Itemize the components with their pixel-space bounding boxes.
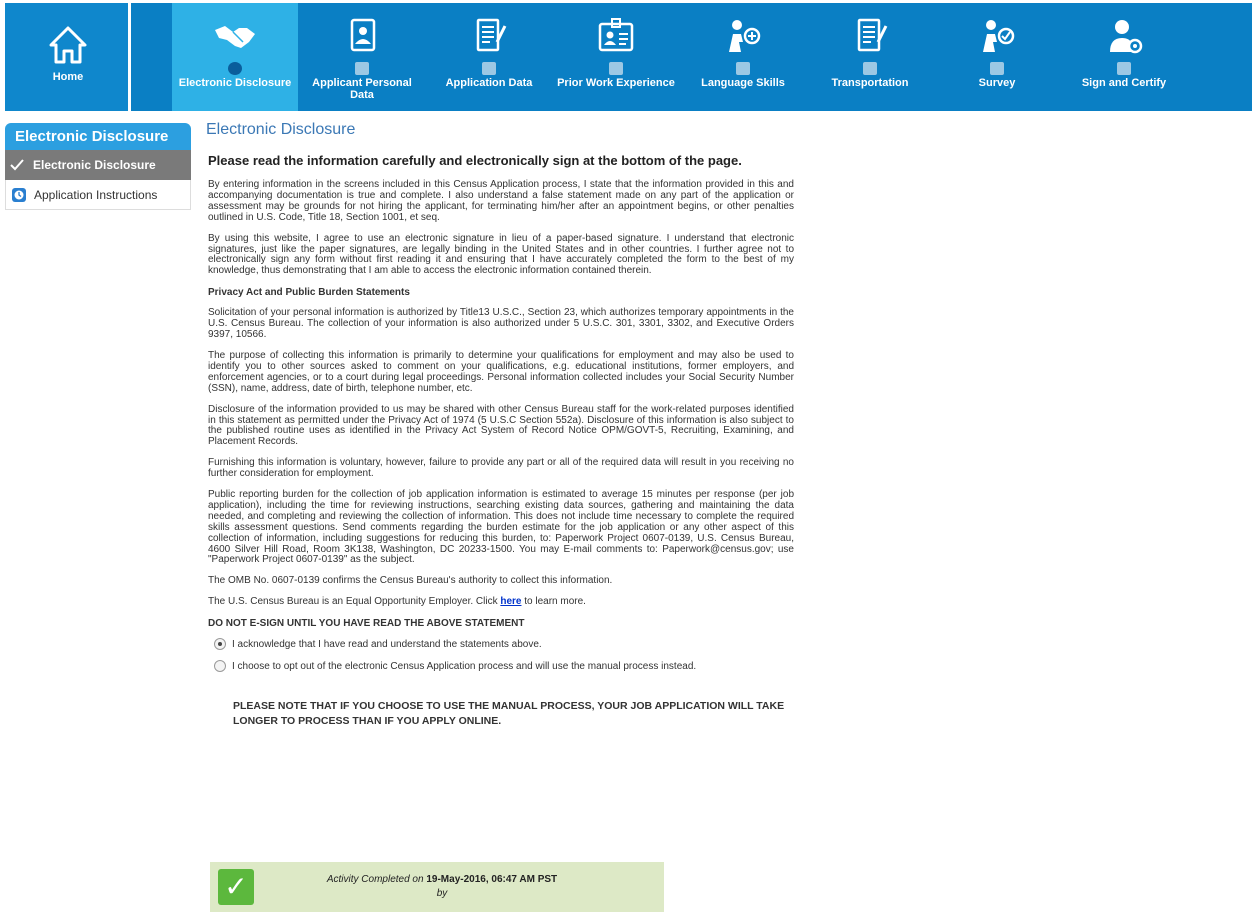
- tab-sign-and-certify[interactable]: Sign and Certify: [1061, 3, 1187, 111]
- completed-by: by: [436, 888, 448, 899]
- disclosure-paragraph: By using this website, I agree to use an…: [208, 232, 794, 277]
- lock-icon: [1117, 62, 1131, 75]
- nav-home[interactable]: Home: [5, 3, 131, 111]
- activity-completed-banner: ✓ Activity Completed on 19-May-2016, 06:…: [210, 862, 664, 912]
- tab-language-skills[interactable]: Language Skills: [680, 3, 806, 111]
- id-badge-icon: [598, 18, 634, 52]
- tab-label: Application Data: [445, 77, 533, 89]
- tab-transportation[interactable]: Transportation: [807, 3, 933, 111]
- eeo-paragraph: The U.S. Census Bureau is an Equal Oppor…: [206, 596, 794, 608]
- check-icon: ✓: [218, 869, 254, 905]
- edit-document-icon: [857, 18, 888, 52]
- lock-icon: [482, 62, 496, 75]
- tab-label: Prior Work Experience: [557, 77, 675, 89]
- privacy-heading: Privacy Act and Public Burden Statements: [208, 287, 410, 299]
- privacy-paragraph: Disclosure of the information provided t…: [208, 403, 794, 448]
- handshake-icon: [215, 26, 255, 48]
- tab-label: Electronic Disclosure: [178, 77, 292, 89]
- sidebar-item-label: Application Instructions: [34, 188, 158, 202]
- person-document-icon: [350, 18, 376, 52]
- tab-applicant-personal-data[interactable]: Applicant Personal Data: [299, 3, 425, 111]
- tab-label: Sign and Certify: [1081, 77, 1167, 89]
- lock-icon: [355, 62, 369, 75]
- eeo-text: The U.S. Census Bureau is an Equal Oppor…: [208, 596, 501, 608]
- privacy-paragraph: Furnishing this information is voluntary…: [208, 457, 794, 480]
- manual-process-note: PLEASE NOTE THAT IF YOU CHOOSE TO USE TH…: [233, 700, 785, 728]
- sidebar-title: Electronic Disclosure: [5, 123, 191, 150]
- tab-application-data[interactable]: Application Data: [426, 3, 552, 111]
- acknowledge-radio[interactable]: [214, 638, 226, 651]
- sidebar-item-application-instructions[interactable]: Application Instructions: [5, 180, 191, 210]
- completed-datetime: 19-May-2016, 06:47 AM PST: [426, 874, 558, 885]
- warning-text: DO NOT E-SIGN UNTIL YOU HAVE READ THE AB…: [208, 618, 525, 630]
- lock-icon: [863, 62, 877, 75]
- tab-survey[interactable]: Survey: [934, 3, 1060, 111]
- clock-icon: [228, 62, 242, 75]
- eeo-text-end: to learn more.: [521, 596, 586, 608]
- learn-more-link[interactable]: here: [500, 596, 521, 607]
- page-title: Electronic Disclosure: [206, 121, 356, 138]
- tab-prior-work-experience[interactable]: Prior Work Experience: [553, 3, 679, 111]
- home-icon: [49, 26, 87, 64]
- lock-icon: [990, 62, 1004, 75]
- option-label: I choose to opt out of the electronic Ce…: [232, 661, 697, 673]
- person-check-icon: [983, 20, 1015, 52]
- check-icon: [10, 159, 24, 171]
- tab-label: Transportation: [831, 77, 909, 89]
- person-plus-icon: [729, 20, 761, 52]
- privacy-paragraph: The purpose of collecting this informati…: [208, 349, 794, 394]
- omb-paragraph: The OMB No. 0607-0139 confirms the Censu…: [208, 575, 613, 587]
- option-label: I acknowledge that I have read and under…: [232, 639, 542, 651]
- tab-label: Survey: [978, 77, 1016, 89]
- nav-spacer: [134, 3, 172, 111]
- tab-label: Language Skills: [701, 77, 785, 89]
- tab-label: Applicant Personal Data: [312, 77, 412, 101]
- privacy-paragraph: Solicitation of your personal informatio…: [208, 307, 794, 341]
- lock-icon: [609, 62, 623, 75]
- opt-out-option[interactable]: I choose to opt out of the electronic Ce…: [206, 660, 794, 673]
- nav-home-label: Home: [52, 71, 84, 83]
- tab-electronic-disclosure[interactable]: Electronic Disclosure: [172, 3, 298, 111]
- lock-icon: [736, 62, 750, 75]
- acknowledge-option[interactable]: I acknowledge that I have read and under…: [206, 638, 794, 651]
- sidebar-item-label: Electronic Disclosure: [33, 158, 156, 172]
- clock-icon: [12, 188, 26, 202]
- edit-document-icon: [476, 18, 507, 52]
- opt-out-radio[interactable]: [214, 660, 226, 673]
- sidebar-item-electronic-disclosure[interactable]: Electronic Disclosure: [5, 150, 191, 180]
- disclosure-paragraph: By entering information in the screens i…: [208, 179, 794, 223]
- lead-instruction: Please read the information carefully an…: [208, 153, 742, 168]
- privacy-paragraph: Public reporting burden for the collecti…: [208, 489, 794, 566]
- sidebar: Electronic Disclosure Electronic Disclos…: [5, 123, 191, 210]
- top-navigation: Home Electronic Disclosure Applicant Per…: [5, 3, 1252, 111]
- completed-text: Activity Completed on 19-May-2016, 06:47…: [270, 873, 614, 901]
- main-content: Electronic Disclosure Please read the in…: [206, 121, 794, 729]
- completed-prefix: Activity Completed on: [326, 874, 427, 885]
- person-gear-icon: [1110, 20, 1143, 54]
